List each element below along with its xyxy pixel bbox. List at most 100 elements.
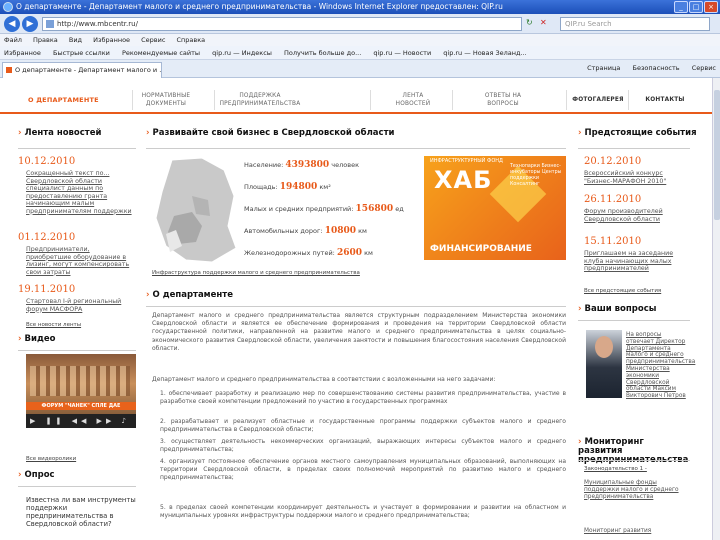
close-button[interactable]: × [704,1,718,13]
hub-banner[interactable]: ИНФРАСТРУКТУРНЫЙ ФОНД ХАБ Технопарки Биз… [424,156,566,260]
window-title: О департаменте - Департамент малого и ср… [16,2,503,11]
events-header: › Предстоящие события [578,128,697,138]
questions-header: › Ваши вопросы [578,304,657,314]
favorites-bar: Избранное Быстрые ссылки Рекомендуемые с… [0,46,720,60]
address-value: http://www.mbcentr.ru/ [57,20,138,28]
scrollbar-thumb[interactable] [714,90,720,220]
vertical-scrollbar[interactable] [712,78,720,540]
menu-help[interactable]: Справка [177,36,206,44]
event-date: 26.11.2010 [584,194,642,205]
ie-app-icon [3,2,13,12]
nav-about[interactable]: О ДЕПАРТАМЕНТЕ [28,88,138,112]
stop-icon[interactable]: ✕ [540,18,547,27]
search-input[interactable]: QIP.ru Search [560,17,710,31]
about-intro: Департамент малого и среднего предприним… [152,312,566,352]
task-item: 1. обеспечивает разработку и реализацию … [160,390,566,406]
banner-title: ХАБ [434,166,493,194]
nav-gallery[interactable]: ФОТОГАЛЕРЕЯ [570,88,626,112]
command-bar: Страница Безопасность Сервис [577,64,716,72]
tab-label: О департаменте - Департамент малого и ..… [15,66,162,74]
menu-favorites[interactable]: Избранное [93,36,130,44]
poll-header: › Опрос [18,470,55,480]
refresh-icon[interactable]: ↻ [526,18,533,27]
tab-bar: О департаменте - Департамент малого и ..… [0,60,720,78]
stat-area: Площадь: 194800 км² [244,182,331,192]
tab-favicon [6,67,12,73]
maximize-button[interactable]: □ [689,1,703,13]
browser-tab[interactable]: О департаменте - Департамент малого и ..… [2,62,162,78]
fav-link[interactable]: qip.ru — Индексы [212,49,272,57]
all-news-link[interactable]: Все новости ленты [26,322,81,328]
stat-enterprises: Малых и средних предприятий: 156800 ед [244,204,404,214]
infrastructure-link[interactable]: Инфраструктура поддержки малого и средне… [152,270,360,276]
event-link[interactable]: Всероссийский конкурс "Бизнес-МАРАФОН 20… [584,170,690,185]
news-link[interactable]: Стартовал I-й региональный форум МАСФОРА [26,298,136,313]
page-viewport: О ДЕПАРТАМЕНТЕ НОРМАТИВНЫЕ ДОКУМЕНТЫ ПОД… [0,78,712,540]
event-date: 20.12.2010 [584,156,642,167]
task-item: 4. организует постоянное обеспечение орг… [160,458,566,482]
fav-link[interactable]: Получить больше до... [284,49,361,57]
fav-link[interactable]: qip.ru — Новости [373,49,431,57]
address-toolbar: ◀ ▶ http://www.mbcentr.ru/ ↻ ✕ QIP.ru Se… [0,14,720,34]
region-map[interactable] [152,156,238,266]
monitoring-link[interactable]: Муниципальные фонды поддержки малого и с… [584,480,690,500]
monitoring-link[interactable]: Законодательство 1 - [584,466,647,472]
page-icon [46,20,54,28]
menu-bar: Файл Правка Вид Избранное Сервис Справка [0,34,720,46]
cmd-safety[interactable]: Безопасность [633,64,680,72]
fav-link[interactable]: qip.ru — Новая Зеланд... [443,49,526,57]
news-link[interactable]: Предприниматели, приобретшие оборудовани… [26,246,136,276]
event-date: 15.11.2010 [584,236,642,247]
nav-support[interactable]: ПОДДЕРЖКА ПРЕДПРИНИМАТЕЛЬСТВА [216,88,304,112]
questions-text[interactable]: На вопросы отвечает Директор Департамент… [626,332,695,400]
cmd-tools[interactable]: Сервис [692,64,716,72]
menu-file[interactable]: Файл [4,36,22,44]
menu-edit[interactable]: Правка [33,36,58,44]
all-events-link[interactable]: Все предстоящие события [584,288,661,294]
task-item: 5. в пределах своей компетенции координи… [160,504,566,520]
cmd-page[interactable]: Страница [587,64,620,72]
stat-roads: Автомобильных дорог: 10800 км [244,226,367,236]
video-player[interactable]: ФОРУМ "ЧАНЕК" СПЛЕ ДАЕ ▶ ❚❚ ◀◀ ▶▶ ♪ [26,354,136,428]
all-videos-link[interactable]: Все видеоролики [26,456,76,462]
menu-view[interactable]: Вид [69,36,82,44]
forward-icon[interactable]: ▶ [22,16,38,32]
task-item: 2. разрабатывает и реализует областные и… [160,418,566,434]
director-photo [586,330,622,398]
fav-link[interactable]: Рекомендуемые сайты [122,49,200,57]
nav-contacts[interactable]: КОНТАКТЫ [640,88,690,112]
region-header: › Развивайте свой бизнес в Свердловской о… [146,128,395,138]
news-header: › Лента новостей [18,128,102,138]
fav-link[interactable]: Быстрые ссылки [53,49,110,57]
event-link[interactable]: Форум производителей Свердловской област… [584,208,690,223]
stat-population: Население: 4393800 человек [244,160,359,170]
news-date: 01.12.2010 [18,232,76,243]
news-date: 19.11.2010 [18,284,76,295]
site-nav: О ДЕПАРТАМЕНТЕ НОРМАТИВНЫЕ ДОКУМЕНТЫ ПОД… [0,84,712,114]
stat-railways: Железнодорожных путей: 2600 км [244,248,373,258]
video-frame [30,366,130,396]
menu-tools[interactable]: Сервис [141,36,165,44]
news-date: 10.12.2010 [18,156,76,167]
banner-top: ИНФРАСТРУКТУРНЫЙ ФОНД [430,158,503,164]
about-tasks-head: Департамент малого и среднего предприним… [152,376,496,383]
banner-caption: ФИНАНСИРОВАНИЕ [430,244,532,254]
video-header: › Видео [18,334,56,344]
back-icon[interactable]: ◀ [4,16,20,32]
nav-answers[interactable]: ОТВЕТЫ НА ВОПРОСЫ [478,88,528,112]
address-field[interactable]: http://www.mbcentr.ru/ [42,17,522,31]
favorites-button[interactable]: Избранное [4,49,41,57]
news-link[interactable]: Сокращенный текст по... Свердловской обл… [26,170,136,215]
window-title-bar: О департаменте - Департамент малого и ср… [0,0,720,14]
minimize-button[interactable]: _ [674,1,688,13]
event-link[interactable]: Приглашаем на заседание клуба начинающих… [584,250,690,273]
poll-question: Известна ли вам инструменты поддержки пр… [26,496,136,528]
task-item: 3. осуществляет деятельность некоммерчес… [160,438,566,454]
nav-news[interactable]: ЛЕНТА НОВОСТЕЙ [392,88,434,112]
banner-list: Технопарки Бизнес-инкубаторы Центры подд… [510,164,562,187]
nav-documents[interactable]: НОРМАТИВНЫЕ ДОКУМЕНТЫ [134,88,198,112]
video-strip: ФОРУМ "ЧАНЕК" СПЛЕ ДАЕ [26,402,136,410]
about-header: › О департаменте [146,290,233,300]
monitoring-link[interactable]: Мониторинг развития [584,528,690,536]
video-controls[interactable]: ▶ ❚❚ ◀◀ ▶▶ ♪ [26,414,136,428]
